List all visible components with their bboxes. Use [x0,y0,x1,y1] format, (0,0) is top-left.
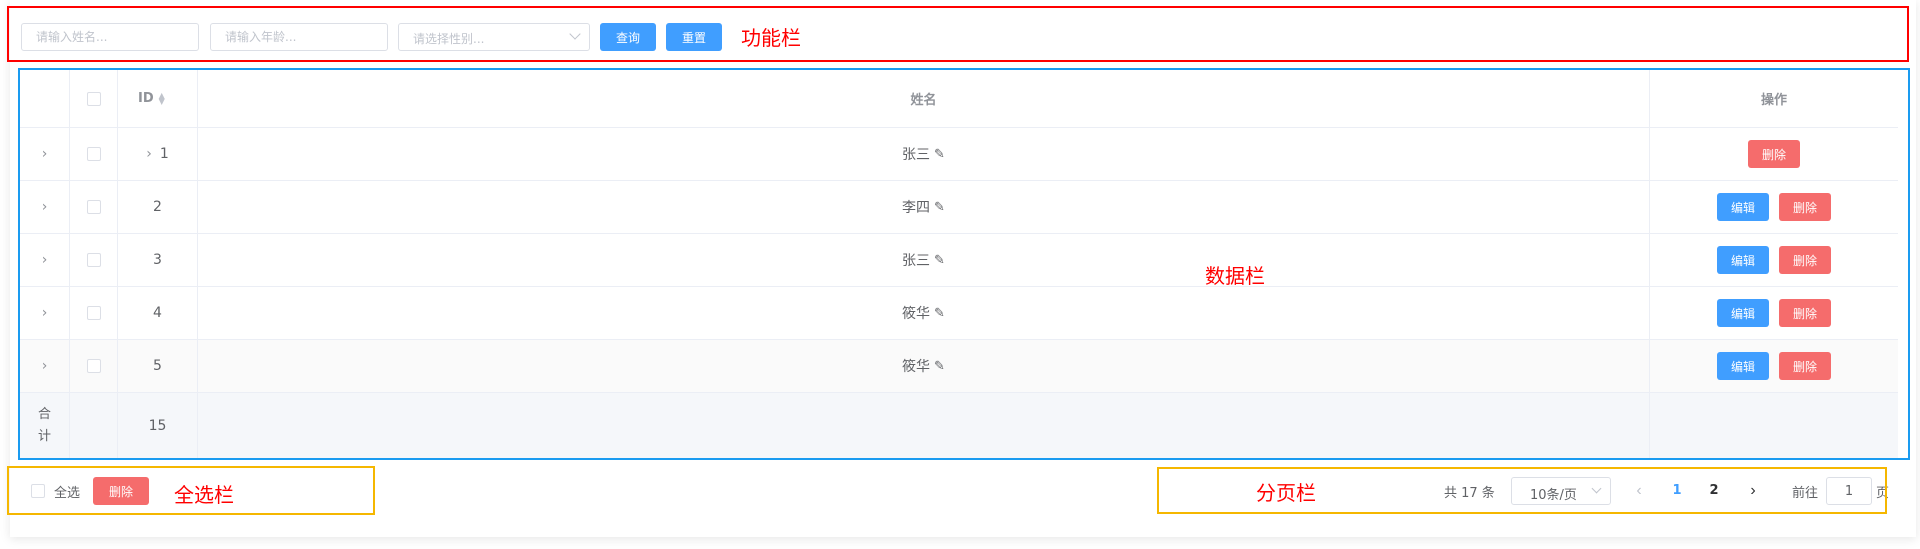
id-column-label: ID [138,91,154,106]
table-row: › 4 筱华 ✎ 编辑 删除 [20,287,1898,340]
summary-row: 合计 15 [20,393,1898,458]
name-value: 李四 [902,200,931,216]
row-checkbox[interactable] [86,306,101,320]
age-search-input[interactable] [210,23,388,51]
select-all-checkbox[interactable] [31,484,45,498]
expand-row-toggle[interactable]: › [20,234,70,286]
table-row: › › 1 张三 ✎ 删除 [20,128,1898,181]
page-size-value: 10条/页 [1530,488,1577,503]
chevron-down-icon [1591,483,1602,494]
gender-select[interactable]: 请选择性别... [398,23,590,51]
page-number-1[interactable]: 1 [1662,480,1692,502]
id-cell: 2 [118,181,198,233]
id-value: 1 [159,146,169,162]
delete-button[interactable]: 删除 [1779,299,1832,327]
name-value: 筱华 [902,359,931,375]
summary-label: 合计 [20,393,70,458]
expand-column-header [20,70,70,127]
select-column-header [70,70,118,127]
ops-cell: 编辑 删除 [1650,287,1898,339]
edit-pencil-icon[interactable]: ✎ [934,253,945,268]
row-checkbox[interactable] [86,359,101,373]
name-cell: 筱华 ✎ [198,340,1650,392]
delete-button[interactable]: 删除 [1779,193,1832,221]
toolbar-annotation-label: 功能栏 [741,26,801,50]
table-row: › 3 张三 ✎ 编辑 删除 [20,234,1898,287]
expand-row-toggle[interactable]: › [20,128,70,180]
id-cell: 4 [118,287,198,339]
sort-icon[interactable]: ▲ ▼ [159,91,165,105]
reset-button[interactable]: 重置 [666,23,722,51]
goto-prefix: 前往 [1792,486,1819,501]
prev-page-button[interactable]: ‹ [1629,480,1649,502]
delete-button[interactable]: 删除 [1747,140,1800,168]
ops-cell: 编辑 删除 [1650,340,1898,392]
select-all-label: 全选 [54,486,81,501]
name-cell: 张三 ✎ [198,128,1650,180]
name-value: 筱华 [902,306,931,322]
edit-button[interactable]: 编辑 [1716,352,1769,380]
gender-select-placeholder: 请选择性别... [413,32,485,46]
next-page-button[interactable]: › [1743,480,1763,502]
name-value: 张三 [902,253,931,269]
goto-page-input[interactable] [1826,477,1872,505]
edit-button[interactable]: 编辑 [1716,299,1769,327]
ops-column-header: 操作 [1760,93,1787,108]
chevron-down-icon [569,28,581,40]
edit-button[interactable]: 编辑 [1716,246,1769,274]
name-search-input[interactable] [21,23,199,51]
id-cell: 3 [118,234,198,286]
delete-button[interactable]: 删除 [1779,246,1832,274]
edit-pencil-icon[interactable]: ✎ [934,306,945,321]
expand-row-toggle[interactable]: › [20,287,70,339]
summary-empty-cell [70,393,118,458]
pagination-total: 共 17 条 [1444,486,1495,501]
tree-expand-icon[interactable]: › [146,146,152,162]
search-button[interactable]: 查询 [600,23,656,51]
table-row: › 5 筱华 ✎ 编辑 删除 [20,340,1898,393]
row-checkbox[interactable] [86,200,101,214]
pagination-annotation-label: 分页栏 [1256,481,1316,505]
chevron-right-icon: › [41,305,48,321]
name-value: 张三 [902,147,931,163]
name-column-header: 姓名 [198,70,1650,127]
delete-button[interactable]: 删除 [1779,352,1832,380]
id-cell: › 1 [118,128,198,180]
summary-empty-cell [198,393,1650,458]
summary-id-total: 15 [118,393,198,458]
chevron-right-icon: › [41,252,48,268]
ops-cell: 删除 [1650,128,1898,180]
header-checkbox[interactable] [86,91,101,106]
id-cell: 5 [118,340,198,392]
table-header-row: ID ▲ ▼ 姓名 操作 [20,70,1898,128]
ops-cell: 编辑 删除 [1650,181,1898,233]
data-annotation-label: 数据栏 [1205,264,1265,288]
edit-pencil-icon[interactable]: ✎ [934,200,945,215]
row-checkbox[interactable] [86,147,101,161]
summary-empty-cell [1650,393,1898,458]
edit-pencil-icon[interactable]: ✎ [934,359,945,374]
chevron-right-icon: › [41,199,48,215]
edit-pencil-icon[interactable]: ✎ [934,147,945,162]
chevron-right-icon: › [41,146,48,162]
ops-cell: 编辑 删除 [1650,234,1898,286]
id-column-header[interactable]: ID ▲ ▼ [118,70,198,127]
expand-row-toggle[interactable]: › [20,340,70,392]
table-row: › 2 李四 ✎ 编辑 删除 [20,181,1898,234]
goto-suffix: 页 [1876,486,1890,501]
edit-button[interactable]: 编辑 [1716,193,1769,221]
name-cell: 筱华 ✎ [198,287,1650,339]
page-number-2[interactable]: 2 [1699,480,1729,502]
page-size-select[interactable]: 10条/页 [1511,477,1611,505]
select-all-annotation-label: 全选栏 [174,483,234,507]
chevron-right-icon: › [41,358,48,374]
row-checkbox[interactable] [86,253,101,267]
name-cell: 李四 ✎ [198,181,1650,233]
bulk-delete-button[interactable]: 删除 [93,477,149,505]
name-cell: 张三 ✎ [198,234,1650,286]
expand-row-toggle[interactable]: › [20,181,70,233]
